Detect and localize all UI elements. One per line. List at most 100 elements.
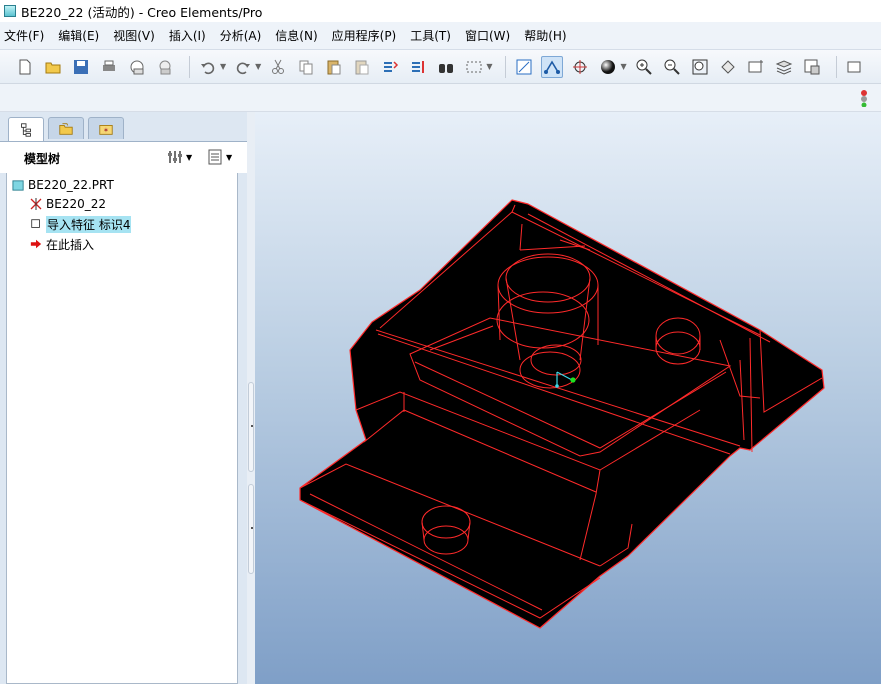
tree-item-insert-here[interactable]: 在此插入 <box>29 235 94 253</box>
tree-item-import-feature[interactable]: 导入特征 标识4 <box>29 215 132 233</box>
mail-icon <box>130 60 144 74</box>
paste-icon <box>327 60 341 74</box>
datum-planes-toggle[interactable] <box>513 56 535 78</box>
regenerate-icon <box>384 60 399 72</box>
undo-dropdown-icon[interactable]: ▼ <box>220 62 226 71</box>
tree-root[interactable]: BE220_22.PRT <box>11 176 114 194</box>
select-dropdown-icon[interactable]: ▼ <box>486 62 492 71</box>
binoculars-icon <box>439 63 454 73</box>
toolbar-separator <box>835 55 837 78</box>
redo-button[interactable] <box>232 56 254 78</box>
menu-tools[interactable]: 工具(T) <box>410 27 451 44</box>
menu-analysis[interactable]: 分析(A) <box>220 27 262 44</box>
print-button[interactable] <box>98 56 120 78</box>
tab-model-tree[interactable] <box>8 117 44 141</box>
svg-text:✶: ✶ <box>103 125 109 134</box>
secondary-toolbar <box>0 84 881 112</box>
refit-button[interactable] <box>689 56 711 78</box>
datum-axes-toggle[interactable] <box>541 55 564 78</box>
toolbar-separator <box>505 55 507 78</box>
app-icon <box>4 5 16 17</box>
find-button[interactable] <box>435 56 457 78</box>
window-title: BE220_22 (活动的) - Creo Elements/Pro <box>21 4 263 20</box>
part-icon <box>11 178 25 192</box>
redo-icon <box>237 62 251 74</box>
layers-button[interactable] <box>773 56 795 78</box>
panel-splitter[interactable] <box>247 112 255 684</box>
paste-special-button[interactable] <box>351 56 373 78</box>
select-box-button[interactable] <box>463 56 485 78</box>
model-tree-icon <box>21 122 31 137</box>
menu-edit[interactable]: 编辑(E) <box>58 27 99 44</box>
part-model-wireframe[interactable] <box>255 112 881 684</box>
toolbar-separator <box>189 55 190 78</box>
view-manager-icon <box>804 59 820 74</box>
open-file-button[interactable] <box>42 56 64 78</box>
graphics-window[interactable] <box>255 112 881 684</box>
copy-button[interactable] <box>295 56 317 78</box>
main-toolbar: ▼ ▼ ▼ ▼ <box>0 50 881 84</box>
display-style-dropdown-icon[interactable]: ▼ <box>620 62 626 71</box>
zoom-in-icon <box>636 59 652 75</box>
tree-item-csys[interactable]: BE220_22 <box>29 195 106 213</box>
regen-manager-button[interactable] <box>407 56 429 78</box>
menu-window[interactable]: 窗口(W) <box>465 27 510 44</box>
menu-applications[interactable]: 应用程序(P) <box>332 27 397 44</box>
tab-folder-browser[interactable] <box>48 117 84 139</box>
undo-button[interactable] <box>197 56 219 78</box>
menu-insert[interactable]: 插入(I) <box>169 27 206 44</box>
print-icon <box>103 60 115 71</box>
tree-show-button[interactable]: ▼ <box>206 148 232 166</box>
menu-file[interactable]: 文件(F) <box>4 27 44 44</box>
cut-button[interactable] <box>267 56 289 78</box>
splitter-grip[interactable] <box>248 484 254 574</box>
new-file-button[interactable] <box>14 56 36 78</box>
save-icon <box>74 59 88 74</box>
display-style-button[interactable] <box>597 56 619 78</box>
datum-csys-icon <box>29 197 43 211</box>
view-manager-button[interactable] <box>801 56 823 78</box>
traffic-light-icon <box>861 90 867 107</box>
redo-dropdown-icon[interactable]: ▼ <box>255 62 261 71</box>
shaded-sphere-icon <box>601 59 616 74</box>
mail-link-button[interactable] <box>154 56 176 78</box>
menu-bar: 文件(F) 编辑(E) 视图(V) 插入(I) 分析(A) 信息(N) 应用程序… <box>0 22 881 50</box>
refit-icon <box>692 59 708 74</box>
settings-tools-icon <box>168 151 182 163</box>
new-file-icon <box>19 59 31 74</box>
menu-info[interactable]: 信息(N) <box>275 27 317 44</box>
grip-dot <box>251 425 253 427</box>
reorient-button[interactable] <box>717 56 739 78</box>
tab-favorites[interactable]: ✶ <box>88 117 124 139</box>
model-tree-title: 模型树 <box>24 152 61 166</box>
menu-help[interactable]: 帮助(H) <box>524 27 566 44</box>
tree-item-label: BE220_22 <box>46 197 106 211</box>
folder-browser-icon <box>59 122 73 135</box>
zoom-in-button[interactable] <box>633 56 655 78</box>
save-button[interactable] <box>70 56 92 78</box>
paste-special-icon <box>355 60 369 74</box>
send-mail-button[interactable] <box>126 56 148 78</box>
tree-settings-button[interactable]: ▼ <box>166 148 192 166</box>
chevron-down-icon: ▼ <box>186 152 193 162</box>
paste-button[interactable] <box>323 56 345 78</box>
splitter-grip[interactable] <box>248 382 254 472</box>
datum-axis-icon <box>544 59 561 74</box>
mail-link-icon <box>159 60 171 74</box>
reorient-icon <box>720 59 735 74</box>
spin-center-toggle[interactable] <box>569 56 591 78</box>
scissors-icon <box>272 59 285 74</box>
extra-toolbar-button[interactable] <box>844 56 866 78</box>
model-body <box>299 199 825 629</box>
spin-center-icon <box>573 59 588 74</box>
regen-manager-icon <box>412 60 425 73</box>
open-folder-icon <box>45 62 61 73</box>
select-box-icon <box>466 61 482 72</box>
zoom-out-button[interactable] <box>661 56 683 78</box>
status-indicator[interactable] <box>853 87 875 109</box>
menu-view[interactable]: 视图(V) <box>113 27 155 44</box>
saved-views-icon <box>748 59 763 72</box>
regenerate-button[interactable] <box>379 56 401 78</box>
window-icon <box>847 61 861 72</box>
saved-views-button[interactable] <box>745 56 767 78</box>
